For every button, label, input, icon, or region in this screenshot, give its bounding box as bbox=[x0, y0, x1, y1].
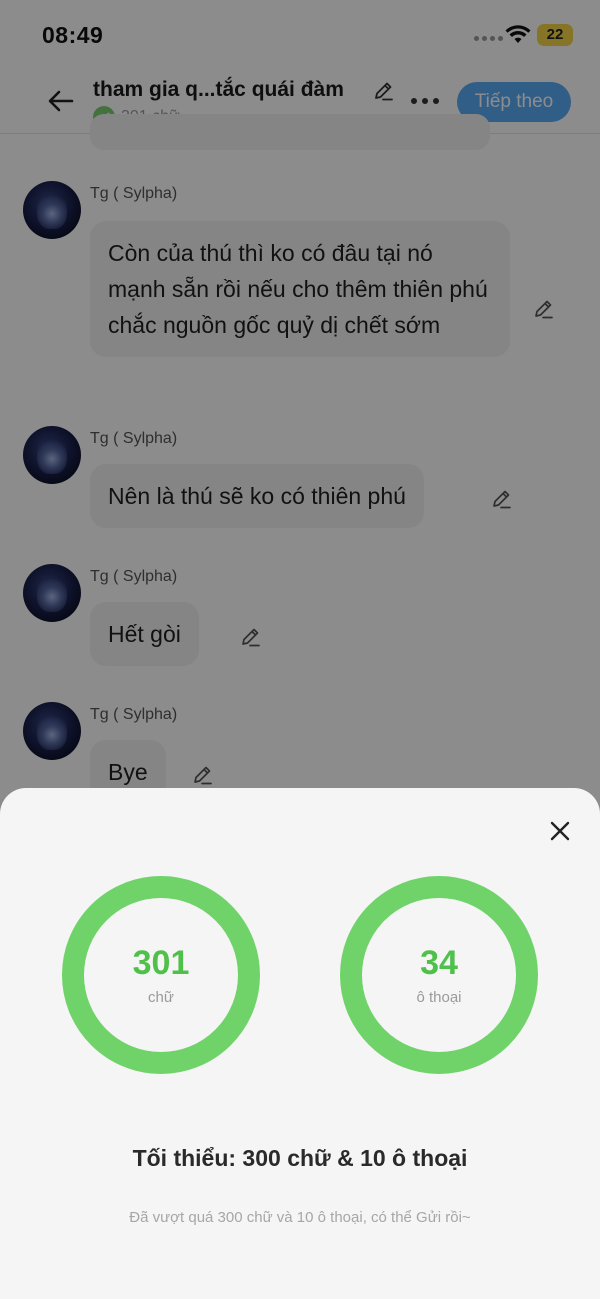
words-label: chữ bbox=[148, 989, 174, 1006]
status-note: Đã vượt quá 300 chữ và 10 ô thoại, có th… bbox=[129, 1209, 471, 1226]
dialogs-label: ô thoại bbox=[416, 989, 462, 1006]
minimum-requirement: Tối thiểu: 300 chữ & 10 ô thoại bbox=[132, 1145, 468, 1171]
words-progress-ring: 301 chữ bbox=[62, 876, 260, 1074]
dialogs-count: 34 bbox=[420, 944, 458, 982]
close-icon[interactable] bbox=[547, 818, 573, 844]
dialogs-progress-ring: 34 ô thoại bbox=[340, 876, 538, 1074]
word-count-sheet: 301 chữ 34 ô thoại Tối thiểu: 300 chữ & … bbox=[0, 788, 600, 1299]
words-count: 301 bbox=[132, 944, 190, 982]
